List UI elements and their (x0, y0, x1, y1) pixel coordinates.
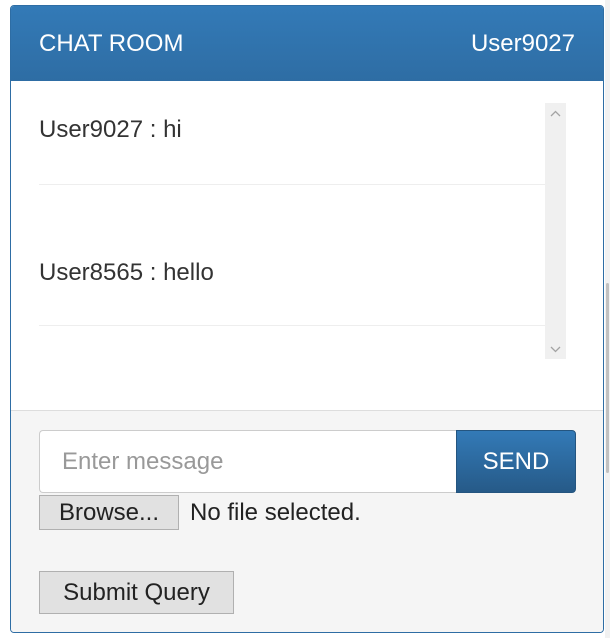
message-username: User8565 (39, 259, 144, 286)
message-input[interactable] (39, 430, 456, 493)
send-button[interactable]: SEND (456, 430, 576, 493)
message-list: User9027 : hi User8565 : hello (39, 109, 556, 364)
chat-title: CHAT ROOM (39, 29, 184, 57)
page-scrollbar[interactable] (605, 0, 610, 638)
message-item: User8565 : hello (39, 185, 556, 326)
file-status: No file selected. (190, 498, 361, 526)
submit-query-button[interactable]: Submit Query (39, 571, 234, 614)
message-scrollbar[interactable] (545, 103, 566, 359)
message-separator: : (143, 116, 164, 143)
chat-body: User9027 : hi User8565 : hello (11, 81, 603, 411)
page: CHAT ROOM User9027 User9027 : hi User856… (0, 0, 610, 638)
message-input-group: SEND (39, 430, 576, 493)
chat-footer: SEND Browse... No file selected. Submit … (11, 411, 603, 632)
chevron-down-icon[interactable] (545, 339, 566, 359)
file-upload: Browse... No file selected. (39, 495, 361, 530)
current-username: User9027 (470, 29, 575, 57)
chevron-up-icon[interactable] (545, 103, 566, 123)
message-separator: : (143, 259, 164, 286)
browse-button[interactable]: Browse... (39, 495, 179, 530)
message-username: User9027 (39, 116, 144, 143)
message-text: hi (163, 116, 182, 143)
chat-header: CHAT ROOM User9027 (11, 6, 603, 81)
page-scrollbar-thumb[interactable] (606, 283, 609, 473)
message-text: hello (163, 259, 214, 286)
message-item: User9027 : hi (39, 109, 556, 185)
chat-panel: CHAT ROOM User9027 User9027 : hi User856… (10, 5, 604, 633)
